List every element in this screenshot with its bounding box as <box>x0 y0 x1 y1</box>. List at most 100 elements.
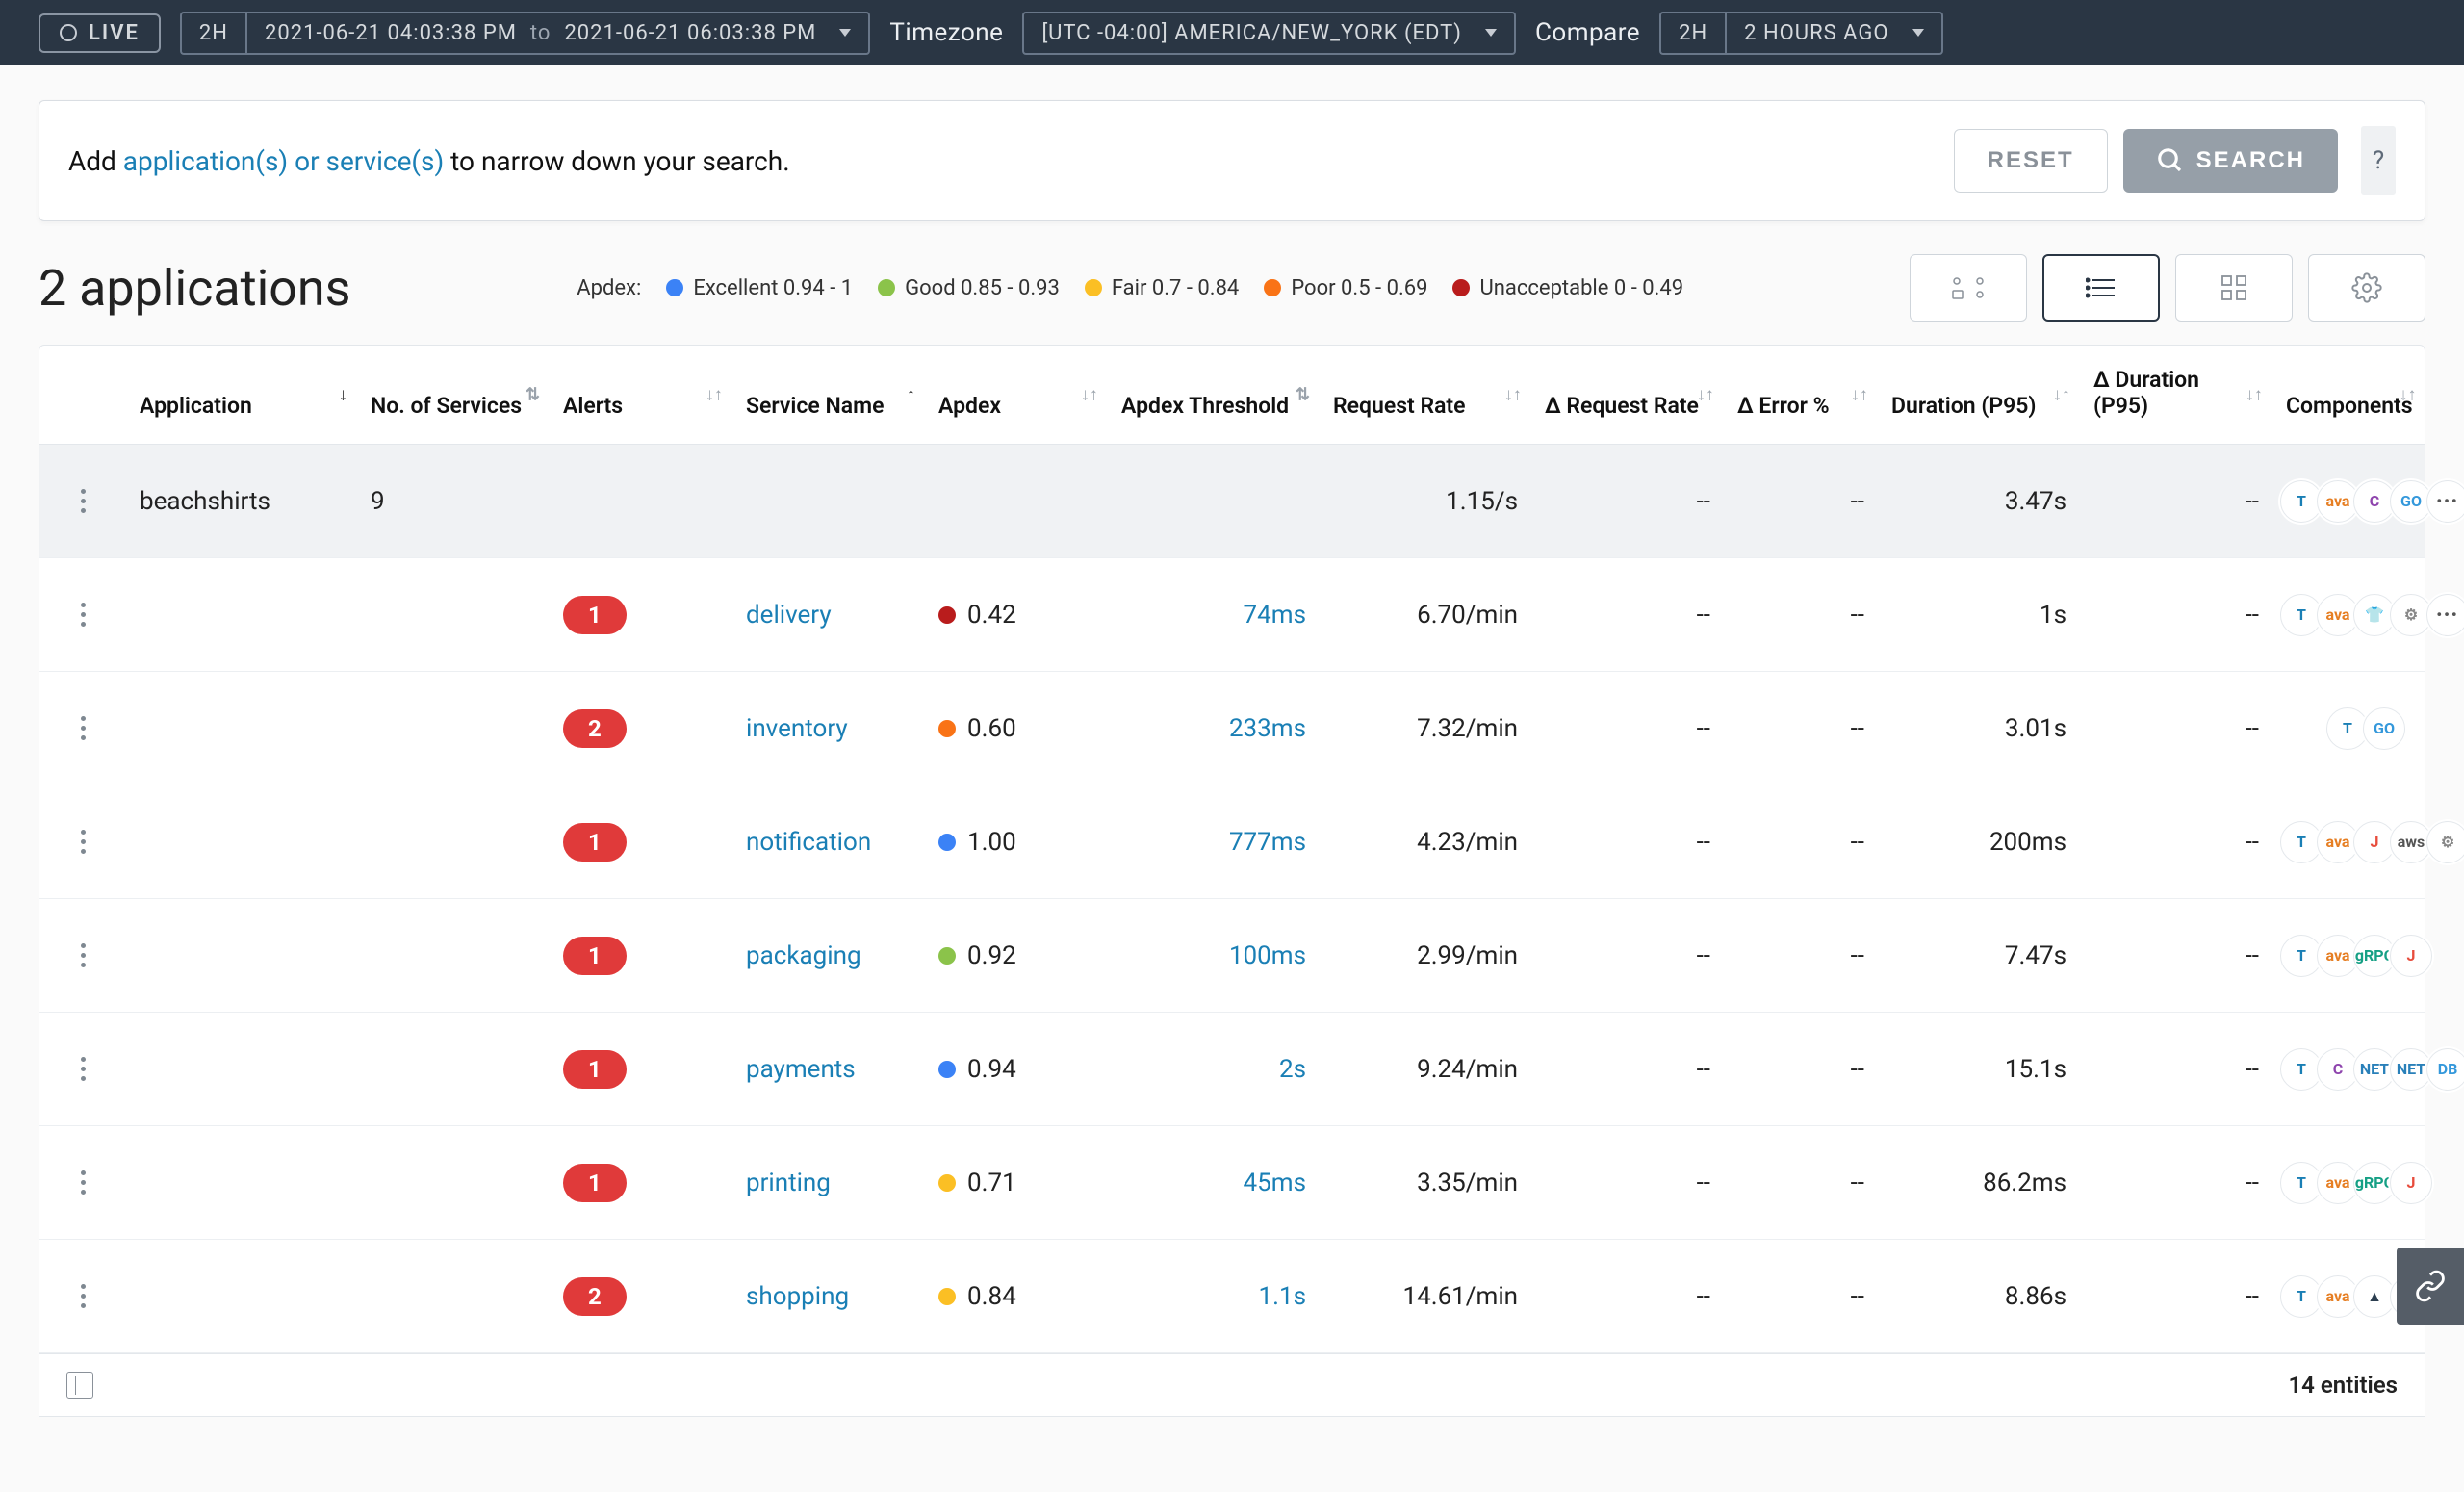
search-button[interactable]: SEARCH <box>2123 129 2338 193</box>
cell-d-duration: -- <box>2080 589 2272 641</box>
search-icon <box>2156 146 2185 175</box>
service-name-link[interactable]: packaging <box>732 930 925 982</box>
th-application[interactable]: Application↓ <box>126 346 357 444</box>
cell-duration: 15.1s <box>1878 1043 2080 1095</box>
alert-badge[interactable]: 1 <box>563 1050 627 1089</box>
cell-d-duration: -- <box>2080 1157 2272 1209</box>
settings-button[interactable] <box>2308 254 2426 322</box>
timezone-dropdown[interactable]: [UTC -04:00] AMERICA/NEW_YORK (EDT) <box>1022 12 1515 55</box>
component-icon: J <box>2390 935 2432 977</box>
cell-d-request-rate: -- <box>1531 1271 1724 1323</box>
service-name-link[interactable]: notification <box>732 816 925 868</box>
apdex-threshold-link[interactable]: 777ms <box>1108 816 1320 868</box>
live-button[interactable]: LIVE <box>38 13 161 53</box>
time-range-dropdown[interactable]: 2021-06-21 04:03:38 PM to 2021-06-21 06:… <box>245 12 870 55</box>
cell-d-duration: -- <box>2080 476 2272 527</box>
view-list-button[interactable] <box>2042 254 2160 322</box>
row-menu-button[interactable] <box>81 1170 86 1195</box>
alert-badge[interactable]: 1 <box>563 937 627 975</box>
service-name-link[interactable]: printing <box>732 1157 925 1209</box>
add-app-service-link[interactable]: application(s) or service(s) <box>123 145 444 177</box>
row-menu-button[interactable] <box>81 943 86 967</box>
cell-request-rate: 3.35/min <box>1320 1157 1531 1209</box>
cell-request-rate: 1.15/s <box>1320 476 1531 527</box>
row-menu-button[interactable] <box>81 603 86 627</box>
view-topology-button[interactable] <box>1910 254 2027 322</box>
cell-duration: 3.01s <box>1878 703 2080 755</box>
component-icon: ⚙ <box>2426 821 2464 863</box>
th-alerts[interactable]: Alerts↓↑ <box>550 346 732 444</box>
apdex-value: 0.60 <box>938 714 1094 743</box>
service-name-link[interactable]: delivery <box>732 589 925 641</box>
cell-duration: 200ms <box>1878 816 2080 868</box>
row-menu-button[interactable] <box>81 489 86 513</box>
apdex-threshold-link[interactable]: 45ms <box>1108 1157 1320 1209</box>
entity-count: 14 entities <box>2288 1372 2398 1399</box>
th-duration-p95[interactable]: Duration (P95)↓↑ <box>1878 346 2080 444</box>
cell-d-request-rate: -- <box>1531 1043 1724 1095</box>
table-row-service: 1 notification 1.00 777ms 4.23/min -- --… <box>39 785 2425 899</box>
cell-request-rate: 2.99/min <box>1320 930 1531 982</box>
apdex-threshold-link[interactable]: 233ms <box>1108 703 1320 755</box>
link-icon <box>2414 1270 2447 1302</box>
component-icon: ••• <box>2426 480 2464 523</box>
cell-request-rate: 6.70/min <box>1320 589 1531 641</box>
th-request-rate[interactable]: Request Rate↓↑ <box>1320 346 1531 444</box>
alert-badge[interactable]: 1 <box>563 1164 627 1202</box>
th-service-name[interactable]: Service Name↑ <box>732 346 925 444</box>
table-row-service: 2 inventory 0.60 233ms 7.32/min -- -- 3.… <box>39 672 2425 785</box>
th-apdex[interactable]: Apdex↓↑ <box>925 346 1108 444</box>
legend-unacceptable: Unacceptable 0 - 0.49 <box>1452 276 1683 300</box>
cell-components: Tava👕⚙••• <box>2272 582 2464 648</box>
cell-request-rate: 14.61/min <box>1320 1271 1531 1323</box>
cell-error-pct: -- <box>1724 930 1878 982</box>
row-menu-button[interactable] <box>81 830 86 854</box>
service-name-link[interactable]: inventory <box>732 703 925 755</box>
cell-d-duration: -- <box>2080 930 2272 982</box>
cell-d-request-rate: -- <box>1531 816 1724 868</box>
share-link-button[interactable] <box>2397 1248 2464 1325</box>
apdex-threshold-link[interactable]: 2s <box>1108 1043 1320 1095</box>
column-toggle-button[interactable] <box>66 1372 93 1399</box>
th-error-pct[interactable]: Δ Error %↓↑ <box>1724 346 1878 444</box>
th-components[interactable]: Components↓↑ <box>2272 346 2426 444</box>
compare-dropdown[interactable]: 2 HOURS AGO <box>1725 12 1942 55</box>
table-row-service: 1 delivery 0.42 74ms 6.70/min -- -- 1s -… <box>39 558 2425 672</box>
alert-badge[interactable]: 2 <box>563 709 627 748</box>
alert-badge[interactable]: 1 <box>563 596 627 634</box>
cell-error-pct: -- <box>1724 816 1878 868</box>
cell-duration: 8.86s <box>1878 1271 2080 1323</box>
cell-components: TCNETNETDB <box>2272 1037 2464 1102</box>
search-hint: Add application(s) or service(s) to narr… <box>68 145 790 177</box>
time-range-preset[interactable]: 2H <box>180 12 245 55</box>
alert-badge[interactable]: 1 <box>563 823 627 862</box>
cell-d-duration: -- <box>2080 703 2272 755</box>
th-num-services[interactable]: No. of Services⇅ <box>357 346 550 444</box>
apdex-threshold-link[interactable]: 1.1s <box>1108 1271 1320 1323</box>
cell-duration: 1s <box>1878 589 2080 641</box>
cell-components: TavagRPCJ <box>2272 923 2451 989</box>
row-menu-button[interactable] <box>81 716 86 740</box>
th-d-duration-p95[interactable]: Δ Duration (P95)↓↑ <box>2080 346 2272 444</box>
apdex-threshold-link[interactable]: 74ms <box>1108 589 1320 641</box>
row-menu-button[interactable] <box>81 1284 86 1308</box>
row-menu-button[interactable] <box>81 1057 86 1081</box>
compare-preset[interactable]: 2H <box>1659 12 1725 55</box>
apdex-value: 0.84 <box>938 1282 1094 1311</box>
alert-badge[interactable]: 2 <box>563 1277 627 1316</box>
service-name-link[interactable]: payments <box>732 1043 925 1095</box>
reset-button[interactable]: RESET <box>1954 129 2108 193</box>
cell-d-duration: -- <box>2080 1043 2272 1095</box>
apdex-threshold-link[interactable]: 100ms <box>1108 930 1320 982</box>
th-apdex-threshold[interactable]: Apdex Threshold⇅ <box>1108 346 1320 444</box>
table-header: Application↓ No. of Services⇅ Alerts↓↑ S… <box>39 346 2425 445</box>
view-grid-button[interactable] <box>2175 254 2293 322</box>
cell-num-services: 9 <box>357 476 550 527</box>
cell-d-request-rate: -- <box>1531 476 1724 527</box>
legend-excellent: Excellent 0.94 - 1 <box>666 276 853 300</box>
table-row-service: 1 payments 0.94 2s 9.24/min -- -- 15.1s … <box>39 1013 2425 1126</box>
th-d-request-rate[interactable]: Δ Request Rate↓↑ <box>1531 346 1724 444</box>
help-button[interactable]: ? <box>2361 126 2396 195</box>
apdex-value: 1.00 <box>938 828 1094 857</box>
service-name-link[interactable]: shopping <box>732 1271 925 1323</box>
